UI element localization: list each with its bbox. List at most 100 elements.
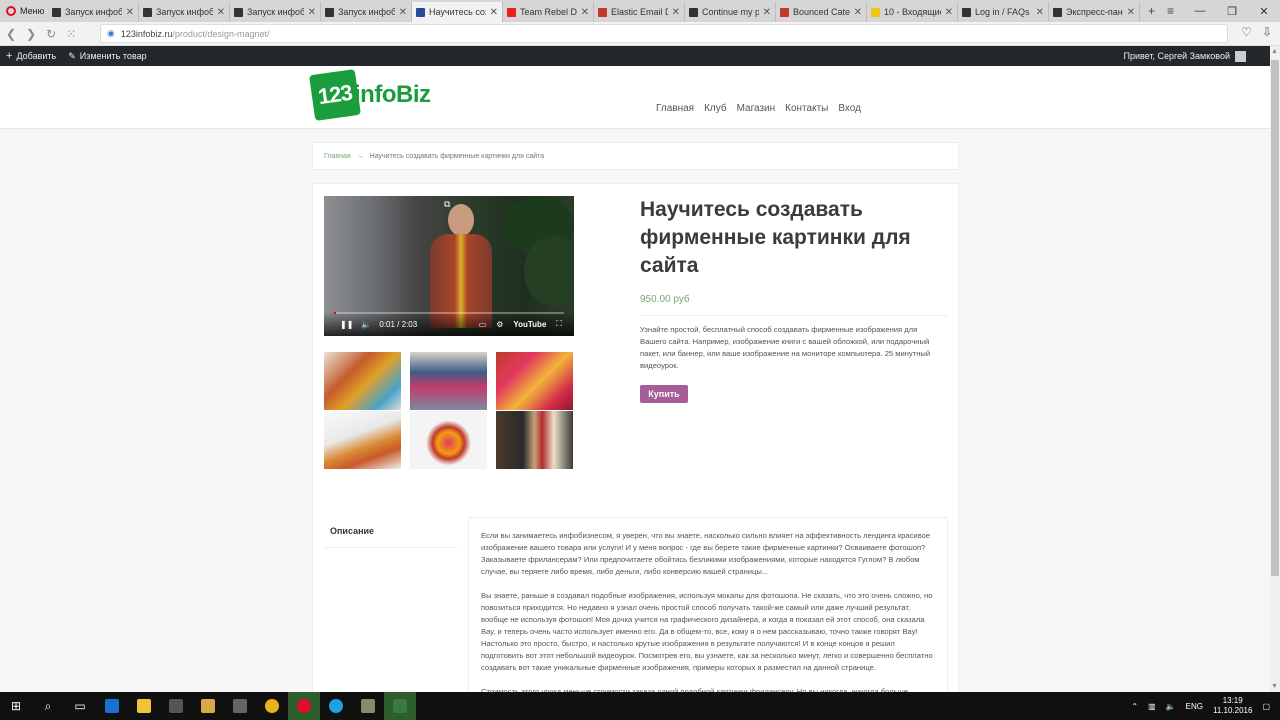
tab-close-icon[interactable]: ✕ — [581, 7, 589, 18]
maximize-icon[interactable]: ❐ — [1216, 5, 1248, 18]
admin-add-button[interactable]: + Добавить — [0, 50, 62, 62]
close-window-icon[interactable]: ✕ — [1248, 5, 1280, 18]
tab-close-icon[interactable]: ✕ — [490, 7, 498, 18]
tab-close-icon[interactable]: ✕ — [126, 7, 134, 18]
nav-item[interactable]: Вход — [838, 103, 861, 114]
tab-close-icon[interactable]: ✕ — [217, 7, 225, 18]
back-icon[interactable]: ❮ — [6, 27, 16, 41]
new-tab-icon[interactable]: + — [1148, 4, 1155, 18]
clock[interactable]: 13:19 11.10.2016 — [1213, 696, 1252, 716]
browser-tab[interactable]: Научитесь созд ✕ — [412, 2, 503, 22]
logo-badge: 123 — [309, 69, 361, 121]
browser-tab-bar: Меню Запуск инфоби✕Запуск инфоби✕Запуск … — [0, 0, 1280, 22]
tab-close-icon[interactable]: ✕ — [672, 7, 680, 18]
main-nav: Главная Клуб Магазин Контакты Вход — [656, 103, 861, 114]
chrome-icon[interactable] — [256, 692, 288, 720]
browser-tab[interactable]: Log in / FAQs - ✕ — [958, 2, 1049, 22]
search-icon[interactable]: ⌕ — [32, 692, 64, 720]
browser-tab[interactable]: Запуск инфоби ✕ — [48, 2, 139, 22]
tab-title: Запуск инфоби — [65, 7, 122, 17]
video-player[interactable]: ⧉ ❚❚ 🔈 0:01 / 2:03 ▭ ⚙ YouTube ⛶ — [324, 196, 574, 336]
app-icon[interactable] — [224, 692, 256, 720]
url-input[interactable]: ◉ 123infobiz.ru/product/design-magnet/ — [100, 24, 1228, 43]
nav-item[interactable]: Клуб — [704, 103, 727, 114]
file-explorer-icon[interactable] — [128, 692, 160, 720]
tab-favicon-icon — [780, 7, 789, 17]
task-view-icon[interactable]: ▭ — [64, 692, 96, 720]
site-header: 123 infoBiz Главная Клуб Магазин Контакты Вх… — [0, 66, 1270, 129]
tab-close-icon[interactable]: ✕ — [399, 7, 407, 18]
browser-tab[interactable]: Экспресс-пане ✕ — [1049, 2, 1140, 22]
gallery-thumb[interactable] — [410, 411, 487, 469]
browser-tab[interactable]: Elastic Email Da ✕ — [594, 2, 685, 22]
opera-menu-button[interactable]: Меню — [0, 0, 48, 22]
gallery-thumb[interactable] — [410, 352, 487, 410]
captions-icon[interactable]: ▭ — [479, 320, 487, 329]
browser-tab[interactable]: Team Rebel Dat ✕ — [503, 2, 594, 22]
tab-description[interactable]: Описание — [324, 518, 457, 548]
site-logo[interactable]: 123 infoBiz — [309, 69, 431, 121]
admin-user-menu[interactable]: Привет, Сергей Замковой — [1123, 50, 1246, 62]
buy-button[interactable]: Купить — [640, 385, 688, 403]
forward-icon[interactable]: ❯ — [26, 27, 36, 41]
notifications-icon[interactable]: ▢ — [1262, 702, 1270, 711]
reload-icon[interactable]: ↻ — [46, 27, 56, 41]
gallery-thumb[interactable] — [496, 352, 573, 410]
download-icon[interactable]: ⇩ — [1262, 25, 1272, 39]
windows-start-icon[interactable]: ⊞ — [0, 692, 32, 720]
scrollbar-thumb[interactable] — [1271, 60, 1279, 576]
browser-tab[interactable]: Запуск инфоби ✕ — [230, 2, 321, 22]
clock-date: 11.10.2016 — [1212, 706, 1253, 715]
gallery-thumb[interactable] — [324, 411, 401, 469]
tab-menu-icon[interactable]: ≡ — [1167, 4, 1174, 18]
product-price: 950.00 руб — [640, 294, 690, 305]
volume-icon[interactable]: 🔈 — [361, 320, 371, 329]
nav-item[interactable]: Магазин — [737, 103, 776, 114]
nav-item[interactable]: Контакты — [785, 103, 828, 114]
fullscreen-icon[interactable]: ⛶ — [556, 319, 562, 329]
gallery-thumb[interactable] — [496, 411, 573, 469]
youtube-logo[interactable]: YouTube — [513, 320, 546, 329]
app2-icon[interactable] — [352, 692, 384, 720]
product-container: ⧉ ❚❚ 🔈 0:01 / 2:03 ▭ ⚙ YouTube ⛶ Научите… — [312, 183, 959, 707]
edge-icon[interactable] — [96, 692, 128, 720]
page-scrollbar[interactable]: ▲ ▼ — [1270, 46, 1280, 692]
keyboard-lang[interactable]: ENG — [1186, 702, 1203, 711]
speaker-icon[interactable]: 🔈 — [1166, 702, 1176, 711]
media-icon[interactable] — [192, 692, 224, 720]
tab-close-icon[interactable]: ✕ — [308, 7, 316, 18]
network-icon[interactable]: ▥ — [1148, 702, 1156, 711]
breadcrumb: Главная → Научитесь создавать фирменные … — [312, 142, 959, 170]
tab-favicon-icon — [52, 7, 61, 17]
site-info-icon[interactable]: ◉ — [107, 28, 115, 39]
admin-edit-button[interactable]: ✎ Изменить товар — [62, 51, 152, 62]
browser-tab[interactable]: 10 - Входящие ✕ — [867, 2, 958, 22]
tab-close-icon[interactable]: ✕ — [1036, 7, 1044, 18]
tab-close-icon[interactable]: ✕ — [854, 7, 862, 18]
gallery-thumb[interactable] — [324, 352, 401, 410]
share-icon[interactable]: ⧉ — [444, 199, 450, 210]
skype-icon[interactable] — [320, 692, 352, 720]
browser-tab[interactable]: Bounced Categ ✕ — [776, 2, 867, 22]
scroll-down-icon[interactable]: ▼ — [1271, 683, 1278, 690]
store-icon[interactable] — [160, 692, 192, 720]
speed-dial-icon[interactable]: ⁙ — [66, 27, 76, 41]
minimize-icon[interactable]: — — [1184, 5, 1216, 17]
windows-taskbar: ⊞ ⌕ ▭ ⌃ ▥ 🔈 ENG 13:19 11.10.2016 ▢ — [0, 692, 1280, 720]
nav-item[interactable]: Главная — [656, 103, 694, 114]
breadcrumb-home[interactable]: Главная — [324, 153, 351, 160]
tray-arrow-icon[interactable]: ⌃ — [1131, 702, 1138, 711]
scroll-up-icon[interactable]: ▲ — [1271, 48, 1278, 55]
browser-tab[interactable]: Continue my pr ✕ — [685, 2, 776, 22]
heart-icon[interactable]: ♡ — [1241, 25, 1252, 39]
settings-icon[interactable]: ⚙ — [496, 320, 503, 329]
tab-close-icon[interactable]: ✕ — [945, 7, 953, 18]
tab-close-icon[interactable]: ✕ — [1127, 7, 1135, 18]
pause-icon[interactable]: ❚❚ — [340, 320, 353, 329]
browser-tab[interactable]: Запуск инфоби ✕ — [321, 2, 412, 22]
tab-close-icon[interactable]: ✕ — [763, 7, 771, 18]
browser-tab[interactable]: Запуск инфоби ✕ — [139, 2, 230, 22]
app3-icon[interactable] — [384, 692, 416, 720]
plant-leaf — [524, 236, 574, 306]
opera-taskbar-icon[interactable] — [288, 692, 320, 720]
